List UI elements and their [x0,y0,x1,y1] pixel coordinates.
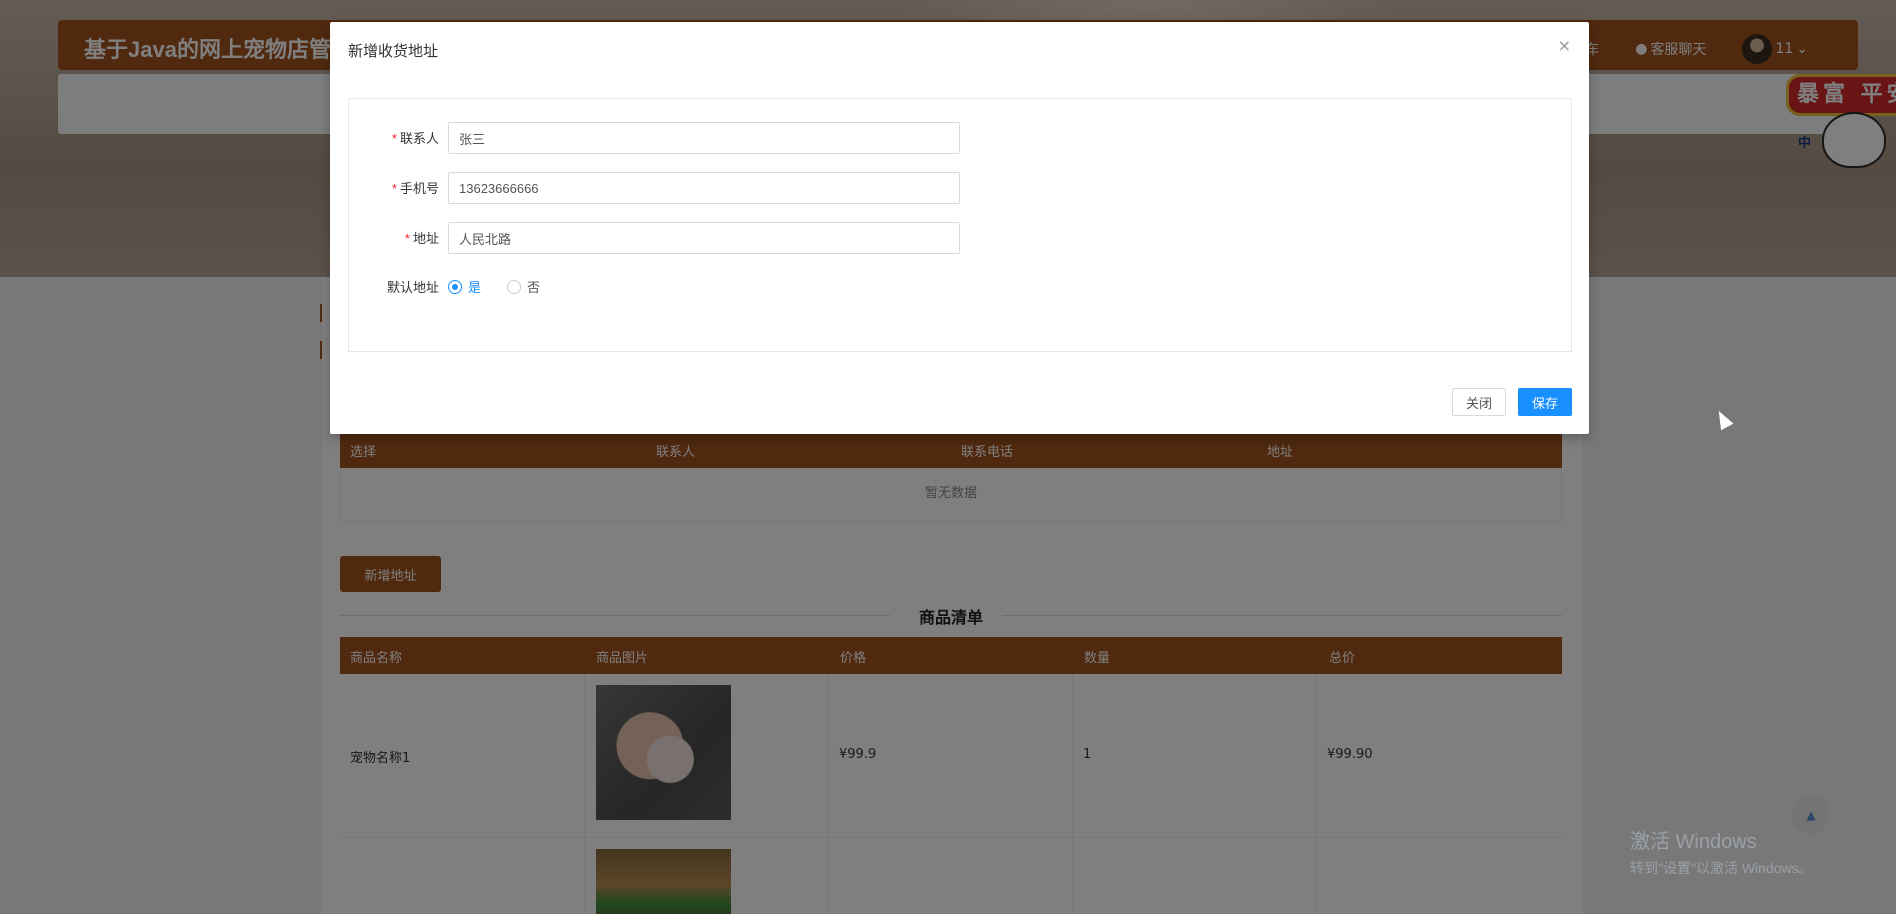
default-no-radio[interactable]: 否 [507,277,540,296]
default-yes-radio[interactable]: 是 [448,277,481,296]
windows-activation-watermark: 激活 Windows 转到"设置"以激活 Windows。 [1630,825,1813,878]
required-mark: * [391,181,397,196]
default-address-label: 默认地址 [386,280,439,295]
phone-label-text: 手机号 [399,181,439,196]
phone-input[interactable] [448,172,960,204]
form-row-address: * 地址 [349,222,1571,254]
phone-label: * 手机号 [349,178,439,197]
contact-label-text: 联系人 [399,131,439,146]
default-address-radio-group: 是 否 [448,277,540,296]
address-label-text: 地址 [412,231,439,246]
form-row-contact: * 联系人 [349,122,1571,154]
save-button[interactable]: 保存 [1518,388,1572,416]
form-row-phone: * 手机号 [349,172,1571,204]
default-yes-label: 是 [468,280,482,295]
required-mark: * [404,231,410,246]
address-label: * 地址 [349,228,439,247]
form-row-default: 默认地址 是 否 [349,271,1571,303]
default-no-label: 否 [527,280,541,295]
radio-checked-icon [448,279,462,294]
close-button[interactable]: 关闭 [1452,388,1506,416]
address-form: *联系人 *手机号 *地址 默认地址 是 [348,98,1572,352]
watermark-line2: 转到"设置"以激活 Windows。 [1630,860,1813,876]
add-address-dialog: 新增收货地址 × *联系人 *手机号 *地址 默认地址 [330,22,1589,434]
contact-label: * 联系人 [349,128,439,147]
dialog-title: 新增收货地址 [348,43,439,60]
address-input[interactable] [448,222,960,254]
close-icon[interactable]: × [1558,38,1571,54]
watermark-line1: 激活 Windows [1630,831,1757,853]
contact-input[interactable] [448,122,960,154]
required-mark: * [391,131,397,146]
radio-unchecked-icon [507,279,522,294]
